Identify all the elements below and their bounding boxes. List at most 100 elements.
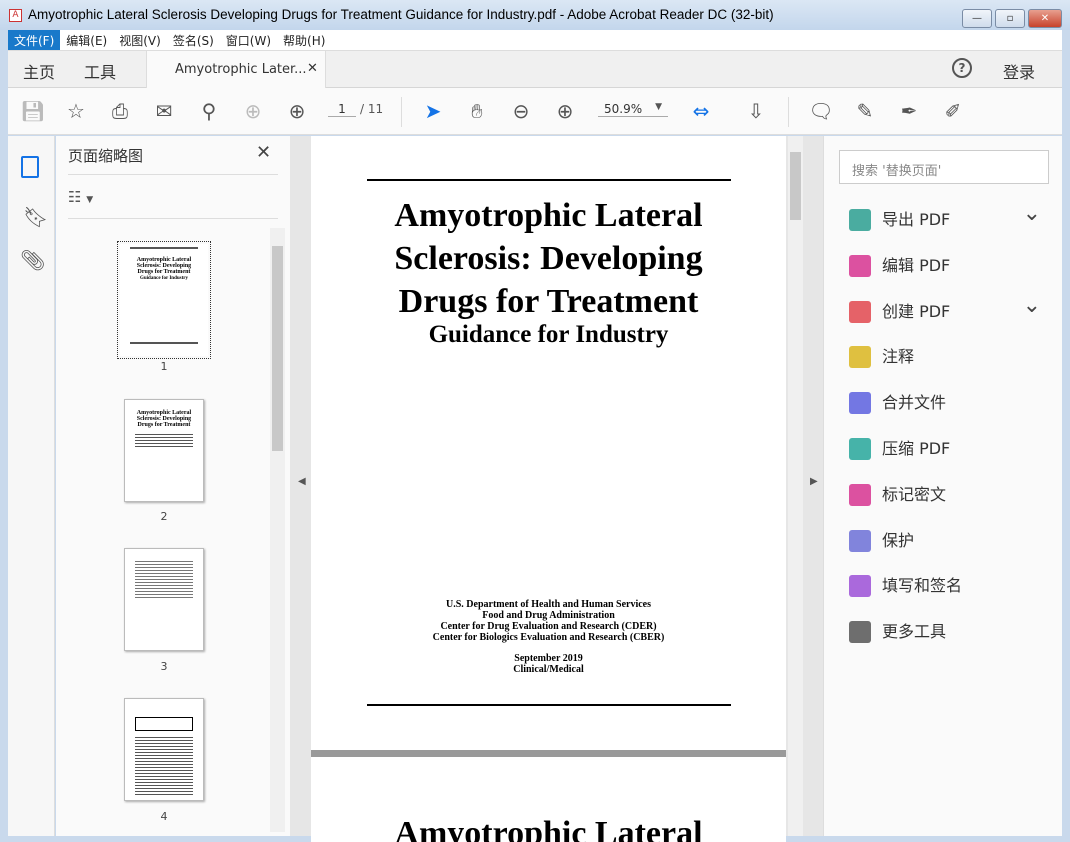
tool-label: 导出 PDF (882, 210, 951, 229)
tool-item[interactable]: 压缩 PDF (824, 428, 1049, 470)
tool-item[interactable]: 创建 PDF ⌄ (824, 291, 1049, 333)
tool-item[interactable]: 注释 (824, 336, 1049, 378)
menu-edit[interactable]: 编辑(E) (60, 30, 113, 50)
bookmark-star-icon[interactable]: ☆ (63, 98, 89, 124)
tool-item[interactable]: 标记密文 (824, 474, 1049, 516)
doc-category: Clinical/Medical (513, 664, 584, 675)
thumbnail-label: 2 (160, 510, 168, 523)
scroll-mode-icon[interactable]: ⇩ (743, 98, 769, 124)
page-number-input[interactable]: 1 (328, 102, 356, 117)
tool-icon (849, 529, 871, 552)
divider (68, 174, 278, 175)
tool-icon (849, 346, 871, 369)
expand-right-icon[interactable]: ▶ (810, 476, 818, 487)
highlight-icon[interactable]: ✎ (852, 98, 878, 124)
print-icon[interactable]: ⎙ (107, 98, 133, 124)
tab-tools[interactable]: 工具 (84, 59, 116, 83)
collapse-left-icon[interactable]: ◀ (298, 476, 306, 487)
tool-item[interactable]: 填写和签名 (824, 565, 1049, 607)
doc-title-line: Amyotrophic Lateral (394, 815, 703, 842)
page-separator (311, 750, 786, 757)
zoom-out-icon[interactable]: ⊖ (508, 98, 534, 124)
zoom-in-icon[interactable]: ⊕ (552, 98, 578, 124)
fill-sign-icon[interactable]: ✒ (896, 98, 922, 124)
email-icon[interactable]: ✉ (151, 98, 177, 124)
window-title: Amyotrophic Lateral Sclerosis Developing… (28, 7, 774, 22)
menu-window[interactable]: 窗口(W) (220, 30, 277, 50)
thumbnail-label: 4 (160, 810, 168, 823)
menu-help[interactable]: 帮助(H) (277, 30, 331, 50)
tab-document[interactable]: Amyotrophic Later... ✕ (146, 51, 326, 89)
thumbnail-label: 3 (160, 660, 168, 673)
menu-bar: 文件(F) 编辑(E) 视图(V) 签名(S) 窗口(W) 帮助(H) (8, 30, 1062, 50)
thumbnail-options-icon[interactable]: ☷ ▼ (68, 188, 93, 206)
tool-icon (849, 254, 871, 277)
tools-panel: 搜索 '替换页面' 导出 PDF ⌄ 编辑 PDF 创建 PDF ⌄ 注释合并文件压缩 P… (823, 136, 1062, 836)
tool-item[interactable]: 合并文件 (824, 382, 1049, 424)
search-icon[interactable]: ⚲ (196, 98, 222, 124)
thumbnails-title: 页面缩略图 (68, 147, 144, 165)
document-scrollbar[interactable] (788, 136, 803, 836)
bookmarks-icon[interactable]: 🔖︎ (23, 205, 48, 229)
close-panel-icon[interactable]: ✕ (256, 142, 271, 163)
close-tab-icon[interactable]: ✕ (307, 61, 318, 76)
thumbnail-page-4[interactable] (124, 698, 204, 801)
tool-item[interactable]: 编辑 PDF (824, 245, 1049, 287)
divider (68, 218, 278, 219)
acrobat-icon: A (9, 9, 22, 22)
tool-label: 压缩 PDF (882, 439, 951, 458)
select-cursor-icon[interactable]: ➤ (420, 98, 446, 124)
agency-line: Center for Drug Evaluation and Research … (440, 621, 657, 632)
chevron-down-icon[interactable]: ⌄ (1023, 199, 1041, 229)
page-thumbnails-icon[interactable] (21, 156, 39, 178)
help-icon[interactable]: ? (952, 58, 972, 78)
previous-page-icon[interactable]: ⊕ (240, 98, 266, 124)
menu-view[interactable]: 视图(V) (113, 30, 167, 50)
toolbar-divider (401, 97, 402, 127)
thumbnail-label: 1 (160, 360, 168, 373)
tool-label: 注释 (882, 347, 915, 367)
agency-line: Center for Biologics Evaluation and Rese… (432, 632, 665, 643)
next-page-icon[interactable]: ⊕ (284, 98, 310, 124)
zoom-select[interactable]: 50.9% ▼ (598, 102, 668, 117)
doc-title-line: Drugs for Treatment (398, 283, 699, 320)
doc-title-line: Sclerosis: Developing (394, 240, 703, 277)
tab-home[interactable]: 主页 (23, 59, 55, 83)
tool-icon (849, 483, 871, 506)
tab-document-label: Amyotrophic Later... (175, 62, 307, 77)
edit-document-icon[interactable]: ✐ (940, 98, 966, 124)
thumbnails-scrollbar[interactable] (270, 228, 285, 832)
tool-icon (849, 438, 871, 460)
menu-sign[interactable]: 签名(S) (167, 30, 220, 50)
rule (367, 179, 731, 181)
thumbnail-page-1[interactable]: Amyotrophic Lateral Sclerosis: Developing… (117, 241, 211, 359)
maximize-button[interactable]: ▫ (995, 9, 1025, 28)
tool-icon (849, 621, 871, 644)
tab-bar: 主页 工具 Amyotrophic Later... ✕ ? 登录 (8, 50, 1062, 89)
tool-label: 标记密文 (882, 484, 947, 504)
tools-search-input[interactable]: 搜索 '替换页面' (839, 150, 1049, 184)
comment-icon[interactable]: 🗨︎ (808, 98, 834, 124)
login-button[interactable]: 登录 (1003, 59, 1035, 83)
tool-label: 编辑 PDF (882, 255, 951, 275)
tool-item[interactable]: 保护 (824, 520, 1049, 562)
tool-item[interactable]: 更多工具 (824, 611, 1049, 653)
close-window-button[interactable]: ✕ (1028, 9, 1062, 28)
doc-subtitle: Guidance for Industry (428, 321, 669, 348)
thumbnails-panel: 页面缩略图 ✕ ☷ ▼ Amyotrophic Lateral Sclerosis… (56, 136, 290, 836)
menu-file[interactable]: 文件(F) (8, 30, 61, 50)
tool-icon (849, 392, 871, 415)
fit-page-icon[interactable]: ⇔ (688, 98, 714, 124)
thumbnail-page-2[interactable]: Amyotrophic Lateral Sclerosis: Developing… (124, 399, 204, 502)
agency-line: U.S. Department of Health and Human Serv… (446, 599, 651, 610)
thumbnail-page-3[interactable] (124, 548, 204, 651)
tool-label: 保护 (882, 530, 915, 550)
attachments-icon[interactable]: 📎︎ (20, 248, 45, 272)
zoom-value: 50.9% (604, 102, 643, 116)
tool-item[interactable]: 导出 PDF ⌄ (824, 199, 1049, 241)
chevron-down-icon[interactable]: ⌄ (1023, 291, 1041, 321)
hand-tool-icon[interactable]: ✋︎ (464, 98, 490, 124)
doc-date: September 2019 (514, 653, 583, 664)
save-icon[interactable]: 💾︎ (20, 98, 46, 124)
minimize-button[interactable]: — (962, 9, 992, 28)
